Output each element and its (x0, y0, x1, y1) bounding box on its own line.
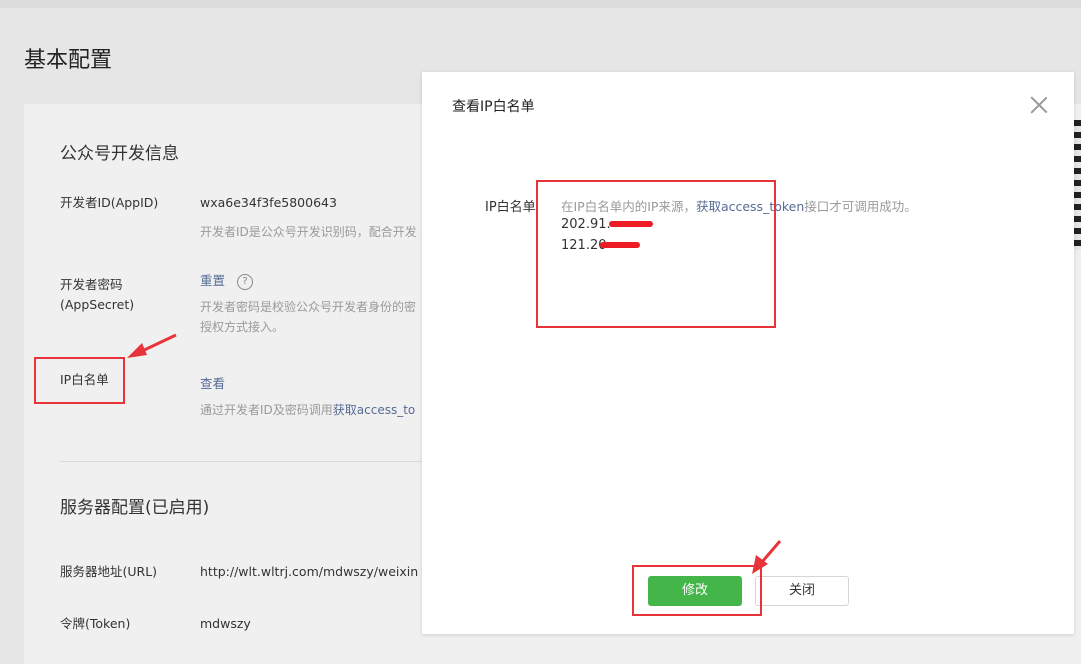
annotation-arrow-2-shaft (760, 540, 782, 563)
annotation-arrows (127, 333, 782, 574)
annotation-arrow-1-head (127, 343, 147, 358)
annotation-arrow-1-shaft (139, 333, 177, 354)
